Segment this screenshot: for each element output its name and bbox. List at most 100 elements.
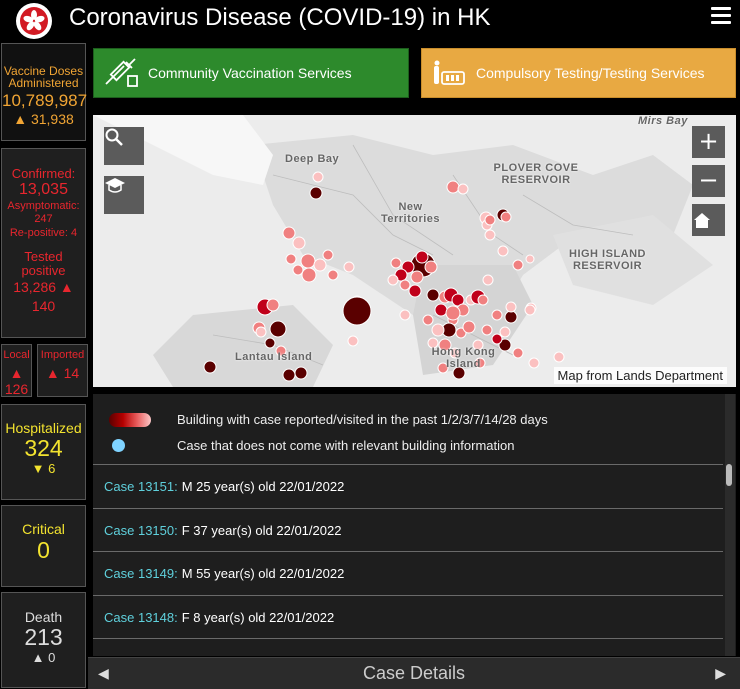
case-marker[interactable] xyxy=(477,294,489,306)
hospitalized-value: 324 xyxy=(24,435,63,461)
hk-logo-icon xyxy=(16,3,52,39)
case-marker[interactable] xyxy=(387,274,399,286)
case-marker[interactable] xyxy=(301,267,317,283)
case-marker[interactable] xyxy=(312,171,324,183)
case-marker[interactable] xyxy=(327,269,339,281)
case-marker[interactable] xyxy=(255,326,267,338)
case-marker[interactable] xyxy=(431,323,445,337)
case-marker[interactable] xyxy=(415,250,429,264)
list-scrollbar-thumb[interactable] xyxy=(726,464,732,486)
map-attribution: Map from Lands Department xyxy=(553,367,727,384)
case-marker[interactable] xyxy=(285,253,297,265)
map-label-plover-cove: PLOVER COVE RESERVOIR xyxy=(493,162,579,186)
case-marker[interactable] xyxy=(426,288,440,302)
next-arrow-icon[interactable]: ▶ xyxy=(715,665,726,682)
case-marker[interactable] xyxy=(497,245,509,257)
case-marker[interactable] xyxy=(462,320,476,334)
community-vaccination-button[interactable]: Community Vaccination Services xyxy=(93,48,409,98)
hospitalized-stat-card[interactable]: Hospitalized 324 ▼ 6 xyxy=(1,404,86,500)
legend-building-text: Building with case reported/visited in t… xyxy=(177,412,548,427)
case-marker[interactable] xyxy=(292,264,304,276)
confirmed-stat-card[interactable]: Confirmed: 13,035 Asymptomatic: 247 Re-p… xyxy=(1,148,86,338)
case-marker[interactable] xyxy=(342,296,372,326)
gradient-swatch-icon xyxy=(109,412,151,427)
case-marker[interactable] xyxy=(484,214,496,226)
case-id: Case 13150: xyxy=(104,522,178,538)
case-marker[interactable] xyxy=(457,183,469,195)
case-marker[interactable] xyxy=(491,333,503,345)
case-marker[interactable] xyxy=(484,229,496,241)
case-marker[interactable] xyxy=(264,337,276,349)
death-delta: ▲ 0 xyxy=(31,650,56,665)
case-marker[interactable] xyxy=(525,254,535,264)
case-details-bar[interactable]: ◀ Case Details ▶ xyxy=(88,657,740,689)
case-marker[interactable] xyxy=(482,274,494,286)
legend-no-building-text: Case that does not come with relevant bu… xyxy=(177,438,515,453)
case-marker[interactable] xyxy=(309,186,323,200)
case-marker[interactable] xyxy=(424,260,438,274)
case-marker[interactable] xyxy=(203,360,217,374)
prev-arrow-icon[interactable]: ◀ xyxy=(98,665,109,682)
map-search-button[interactable] xyxy=(104,127,144,165)
local-stat-card[interactable]: Local ▲ 126 xyxy=(1,344,32,397)
case-marker[interactable] xyxy=(282,226,296,240)
case-details-title: Case Details xyxy=(362,663,466,683)
case-marker[interactable] xyxy=(500,211,512,223)
case-marker[interactable] xyxy=(422,314,434,326)
map-label-lantau: Lantau Island xyxy=(235,351,313,363)
map-school-button[interactable] xyxy=(104,176,144,214)
map-label-high-island: HIGH ISLAND RESERVOIR xyxy=(569,248,646,272)
zoom-out-button[interactable]: − xyxy=(692,165,725,197)
home-button[interactable] xyxy=(692,204,725,236)
case-row[interactable] xyxy=(93,638,723,656)
hamburger-menu-icon[interactable] xyxy=(711,7,731,27)
case-marker[interactable] xyxy=(390,257,402,269)
case-marker[interactable] xyxy=(553,351,565,363)
case-marker[interactable] xyxy=(343,261,355,273)
case-marker[interactable] xyxy=(294,366,308,380)
case-marker[interactable] xyxy=(347,335,359,347)
case-marker[interactable] xyxy=(408,284,422,298)
asymptomatic-label: Asymptomatic: xyxy=(7,200,80,212)
case-marker[interactable] xyxy=(512,347,524,359)
case-marker[interactable] xyxy=(491,309,503,321)
case-row[interactable]: Case 13151: M 25 year(s) old 22/01/2022 xyxy=(93,464,723,507)
case-marker[interactable] xyxy=(499,326,511,338)
case-marker[interactable] xyxy=(481,324,493,336)
map-label-new-territories: New Territories xyxy=(380,201,441,225)
case-marker[interactable] xyxy=(512,259,524,271)
death-stat-card[interactable]: Death 213 ▲ 0 xyxy=(1,592,86,688)
case-marker[interactable] xyxy=(266,298,280,312)
case-marker[interactable] xyxy=(300,253,316,269)
case-marker[interactable] xyxy=(282,368,296,382)
case-marker[interactable] xyxy=(505,301,517,313)
case-id: Case 13149: xyxy=(104,565,178,581)
case-marker[interactable] xyxy=(313,258,327,272)
case-marker[interactable] xyxy=(524,304,536,316)
case-marker[interactable] xyxy=(399,309,411,321)
vaccine-stat-card[interactable]: Vaccine Doses Administered 10,789,987 ▲ … xyxy=(1,43,87,141)
case-marker[interactable] xyxy=(269,320,287,338)
repositive-text: Re-positive: 4 xyxy=(9,227,78,239)
case-row[interactable]: Case 13149: M 55 year(s) old 22/01/2022 xyxy=(93,551,723,594)
case-id: Case 13148: xyxy=(104,609,178,625)
case-map[interactable]: + − Deep Bay New Territories PLOVER COVE… xyxy=(93,115,736,387)
zoom-in-button[interactable]: + xyxy=(692,126,725,158)
imported-stat-card[interactable]: Imported ▲ 14 xyxy=(37,344,88,397)
case-row[interactable]: Case 13150: F 37 year(s) old 22/01/2022 xyxy=(93,508,723,551)
case-marker[interactable] xyxy=(528,357,540,369)
case-marker[interactable] xyxy=(504,310,518,324)
list-scrollbar[interactable] xyxy=(725,394,735,656)
case-marker[interactable] xyxy=(292,236,306,250)
compulsory-testing-button[interactable]: Compulsory Testing/Testing Services xyxy=(421,48,736,98)
case-marker[interactable] xyxy=(434,303,448,317)
case-row[interactable]: Case 13148: F 8 year(s) old 22/01/2022 xyxy=(93,595,723,638)
case-marker[interactable] xyxy=(399,279,411,291)
case-marker[interactable] xyxy=(410,270,424,284)
case-marker[interactable] xyxy=(322,249,334,261)
hospitalized-label: Hospitalized xyxy=(5,420,82,436)
case-marker[interactable] xyxy=(445,305,461,321)
critical-stat-card[interactable]: Critical 0 xyxy=(1,505,86,587)
case-marker[interactable] xyxy=(446,180,460,194)
test-tube-icon xyxy=(434,60,465,85)
